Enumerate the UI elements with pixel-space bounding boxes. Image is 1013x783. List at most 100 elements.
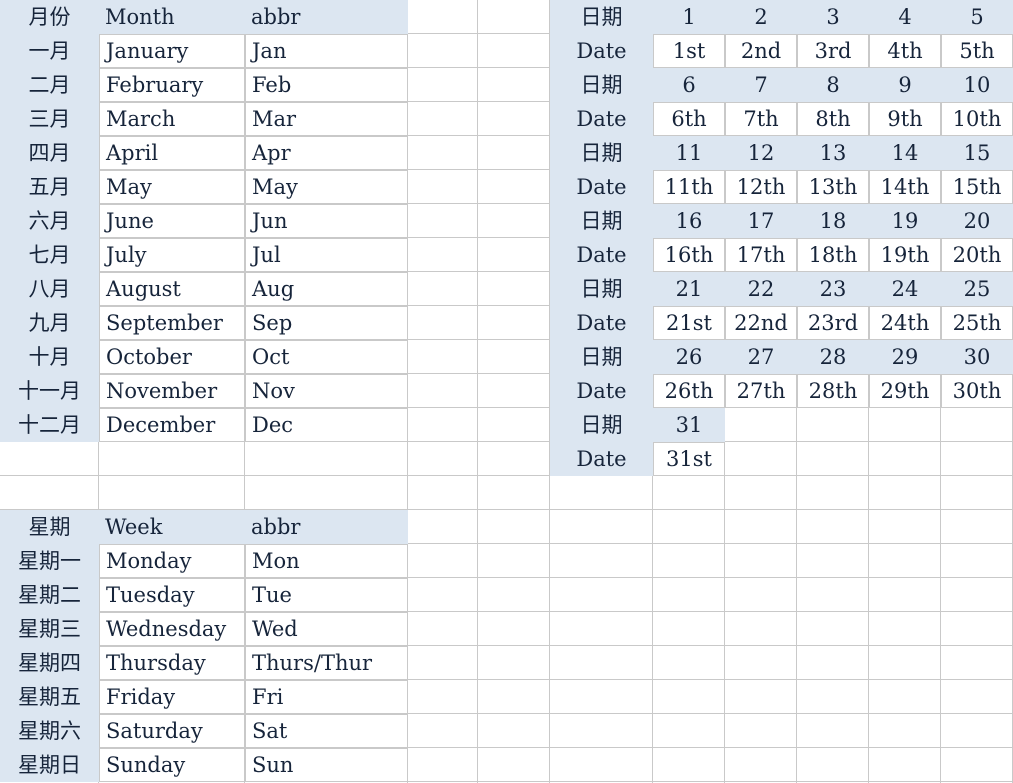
date-number-cell[interactable]: 11 xyxy=(653,136,725,170)
week-row-abbr[interactable]: Sat xyxy=(245,714,408,748)
date-ordinal-cell[interactable]: 21st xyxy=(653,306,725,340)
date-row-label-cjk[interactable]: 日期 xyxy=(550,340,653,374)
month-row-abbr[interactable]: Jul xyxy=(245,238,408,272)
week-header-abbr[interactable]: abbr xyxy=(245,510,408,544)
date-number-cell[interactable]: 2 xyxy=(725,0,797,34)
week-row-name[interactable]: Thursday xyxy=(99,646,245,680)
date-ordinal-cell[interactable]: 20th xyxy=(941,238,1013,272)
month-row-name[interactable]: September xyxy=(99,306,245,340)
month-row-cjk[interactable]: 十二月 xyxy=(0,408,99,442)
date-ordinal-cell[interactable]: 26th xyxy=(653,374,725,408)
month-header-abbr[interactable]: abbr xyxy=(245,0,408,34)
month-row-cjk[interactable]: 九月 xyxy=(0,306,99,340)
sheet-cells[interactable]: 月份 Month abbr 一月 January Jan 二月 February Feb 三月 Ma… xyxy=(0,0,1013,783)
date-ordinal-cell[interactable]: 30th xyxy=(941,374,1013,408)
date-row-label-en[interactable]: Date xyxy=(550,170,653,204)
date-ordinal-cell[interactable]: 1st xyxy=(653,34,725,68)
month-row-name[interactable]: January xyxy=(99,34,245,68)
date-ordinal-cell[interactable]: 11th xyxy=(653,170,725,204)
month-row-cjk[interactable]: 七月 xyxy=(0,238,99,272)
date-ordinal-cell[interactable]: 17th xyxy=(725,238,797,272)
date-number-cell[interactable]: 6 xyxy=(653,68,725,102)
week-row-name[interactable]: Tuesday xyxy=(99,578,245,612)
month-row-name[interactable]: December xyxy=(99,408,245,442)
date-ordinal-cell[interactable]: 24th xyxy=(869,306,941,340)
date-ordinal-cell[interactable]: 3rd xyxy=(797,34,869,68)
week-row-name[interactable]: Friday xyxy=(99,680,245,714)
date-ordinal-cell[interactable]: 15th xyxy=(941,170,1013,204)
month-header-en[interactable]: Month xyxy=(99,0,245,34)
date-number-cell[interactable]: 26 xyxy=(653,340,725,374)
week-row-abbr[interactable]: Mon xyxy=(245,544,408,578)
month-row-name[interactable]: March xyxy=(99,102,245,136)
week-row-name[interactable]: Wednesday xyxy=(99,612,245,646)
date-row-label-en[interactable]: Date xyxy=(550,238,653,272)
date-number-cell[interactable]: 20 xyxy=(941,204,1013,238)
month-row-abbr[interactable]: Apr xyxy=(245,136,408,170)
week-row-cjk[interactable]: 星期一 xyxy=(0,544,99,578)
week-row-abbr[interactable]: Wed xyxy=(245,612,408,646)
date-number-cell[interactable]: 29 xyxy=(869,340,941,374)
date-row-label-en[interactable]: Date xyxy=(550,306,653,340)
date-ordinal-cell[interactable]: 7th xyxy=(725,102,797,136)
date-ordinal-cell[interactable]: 27th xyxy=(725,374,797,408)
week-row-cjk[interactable]: 星期六 xyxy=(0,714,99,748)
month-row-abbr[interactable]: Jan xyxy=(245,34,408,68)
week-header-cjk[interactable]: 星期 xyxy=(0,510,99,544)
date-number-cell[interactable]: 25 xyxy=(941,272,1013,306)
week-header-en[interactable]: Week xyxy=(99,510,245,544)
week-row-abbr[interactable]: Tue xyxy=(245,578,408,612)
month-row-abbr[interactable]: Feb xyxy=(245,68,408,102)
date-number-cell[interactable]: 23 xyxy=(797,272,869,306)
date-number-cell[interactable]: 7 xyxy=(725,68,797,102)
date-ordinal-cell[interactable]: 8th xyxy=(797,102,869,136)
month-row-abbr[interactable]: Jun xyxy=(245,204,408,238)
date-row-label-en[interactable]: Date xyxy=(550,102,653,136)
week-row-cjk[interactable]: 星期日 xyxy=(0,748,99,782)
date-number-cell[interactable]: 24 xyxy=(869,272,941,306)
date-row-label-cjk[interactable]: 日期 xyxy=(550,272,653,306)
date-ordinal-cell[interactable]: 6th xyxy=(653,102,725,136)
date-ordinal-cell[interactable]: 10th xyxy=(941,102,1013,136)
date-ordinal-cell[interactable]: 16th xyxy=(653,238,725,272)
week-row-cjk[interactable]: 星期二 xyxy=(0,578,99,612)
week-row-abbr[interactable]: Sun xyxy=(245,748,408,782)
date-ordinal-cell[interactable]: 12th xyxy=(725,170,797,204)
month-row-cjk[interactable]: 八月 xyxy=(0,272,99,306)
date-number-cell[interactable]: 28 xyxy=(797,340,869,374)
month-row-abbr[interactable]: Nov xyxy=(245,374,408,408)
date-number-cell[interactable]: 15 xyxy=(941,136,1013,170)
date-number-cell[interactable]: 27 xyxy=(725,340,797,374)
date-row-label-cjk[interactable]: 日期 xyxy=(550,0,653,34)
date-ordinal-cell[interactable]: 14th xyxy=(869,170,941,204)
date-number-cell[interactable]: 8 xyxy=(797,68,869,102)
date-ordinal-cell[interactable]: 25th xyxy=(941,306,1013,340)
month-row-name[interactable]: October xyxy=(99,340,245,374)
date-number-cell[interactable]: 14 xyxy=(869,136,941,170)
month-row-cjk[interactable]: 五月 xyxy=(0,170,99,204)
date-number-cell[interactable]: 12 xyxy=(725,136,797,170)
date-number-cell[interactable]: 17 xyxy=(725,204,797,238)
date-number-cell[interactable]: 30 xyxy=(941,340,1013,374)
month-row-name[interactable]: August xyxy=(99,272,245,306)
date-row-label-en[interactable]: Date xyxy=(550,374,653,408)
month-row-cjk[interactable]: 三月 xyxy=(0,102,99,136)
date-number-cell[interactable]: 16 xyxy=(653,204,725,238)
date-number-cell[interactable]: 13 xyxy=(797,136,869,170)
date-ordinal-cell[interactable]: 9th xyxy=(869,102,941,136)
date-number-cell[interactable]: 1 xyxy=(653,0,725,34)
month-row-cjk[interactable]: 十一月 xyxy=(0,374,99,408)
date-row-label-cjk[interactable]: 日期 xyxy=(550,136,653,170)
date-number-cell[interactable]: 22 xyxy=(725,272,797,306)
date-ordinal-cell[interactable]: 31st xyxy=(653,442,725,476)
date-row-label-en[interactable]: Date xyxy=(550,34,653,68)
week-row-cjk[interactable]: 星期四 xyxy=(0,646,99,680)
date-ordinal-cell[interactable]: 22nd xyxy=(725,306,797,340)
date-row-label-cjk[interactable]: 日期 xyxy=(550,204,653,238)
month-header-cjk[interactable]: 月份 xyxy=(0,0,99,34)
week-row-name[interactable]: Monday xyxy=(99,544,245,578)
month-row-abbr[interactable]: Dec xyxy=(245,408,408,442)
month-row-cjk[interactable]: 十月 xyxy=(0,340,99,374)
month-row-abbr[interactable]: Aug xyxy=(245,272,408,306)
date-ordinal-cell[interactable]: 4th xyxy=(869,34,941,68)
